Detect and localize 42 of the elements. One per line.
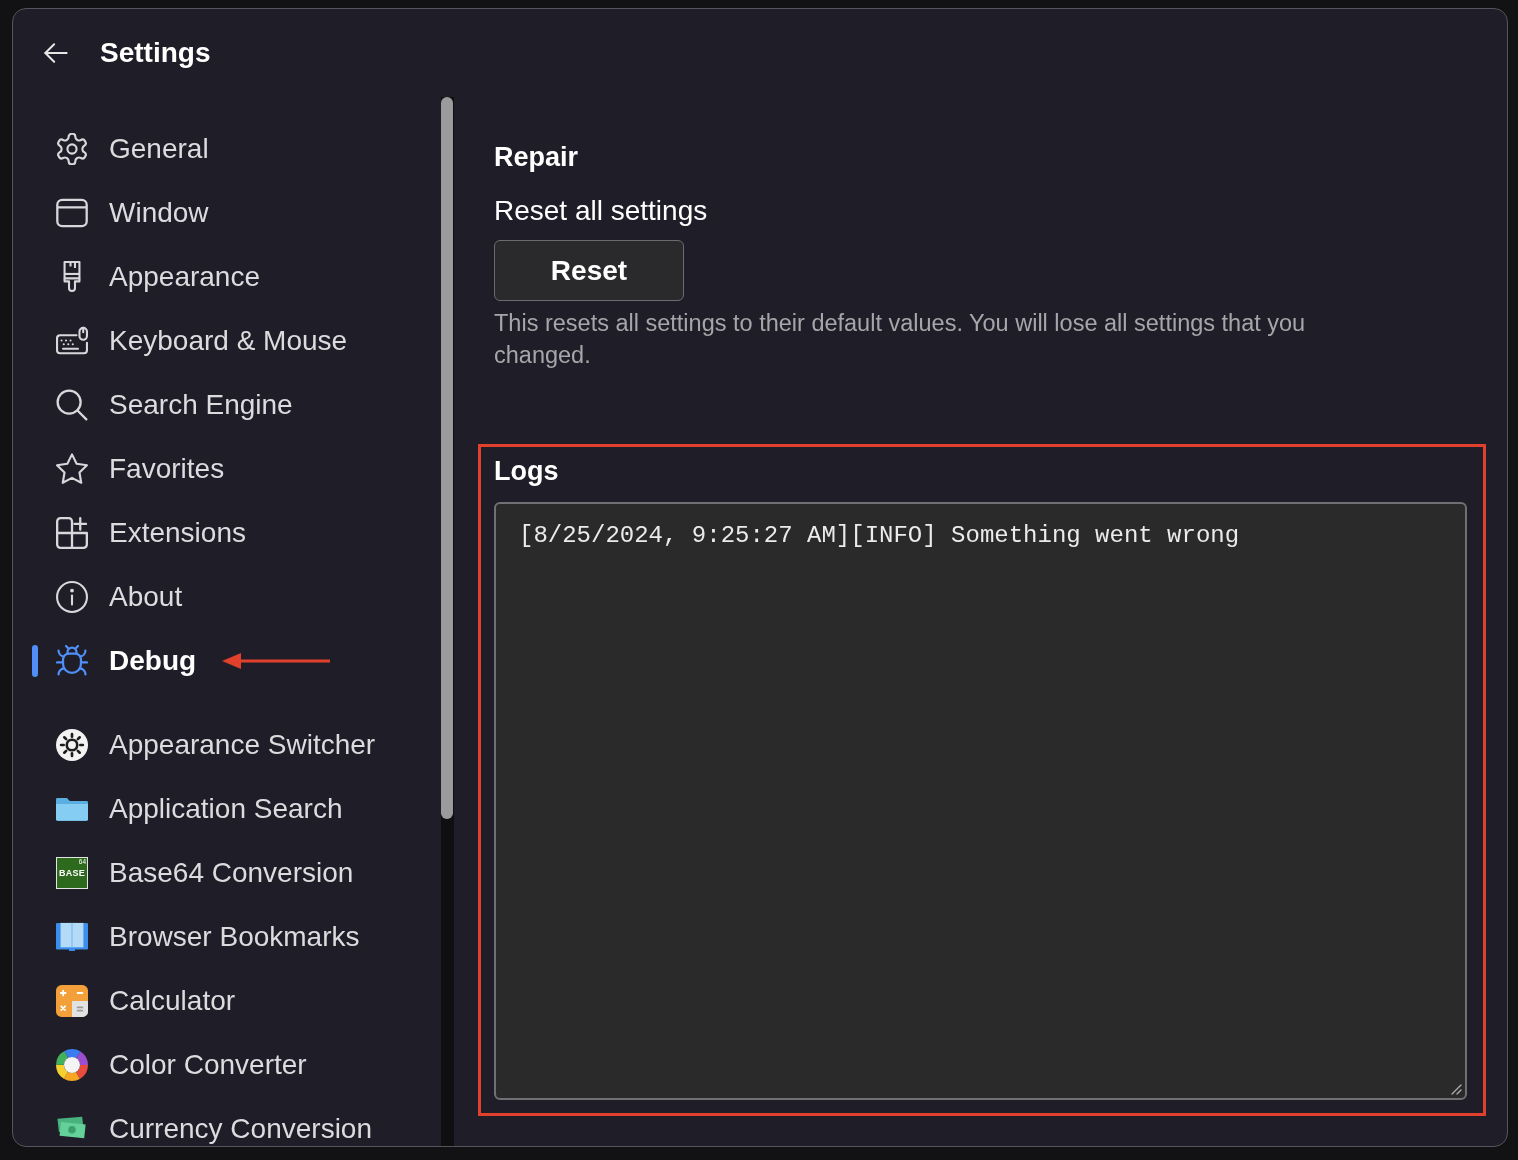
sidebar-item[interactable]: Favorites [56,451,225,487]
section-heading: Logs [494,455,560,487]
color-wheel-icon [56,1049,88,1081]
sidebar-item[interactable]: Extensions [56,515,246,551]
back-arrow-icon [44,43,68,63]
calculator-icon [56,985,88,1017]
sidebar-item[interactable]: Keyboard & Mouse [56,323,348,359]
sidebar-item[interactable]: General [56,131,209,167]
sun-icon [56,729,88,761]
selection-bar-icon [32,645,38,677]
sidebar-item[interactable]: Currency Conversion [56,1111,372,1146]
sidebar-item[interactable]: Debug [56,643,197,679]
logo-text: BASE [59,868,85,878]
info-icon [56,581,88,613]
log-field[interactable]: [8/25/2024, 9:25:27 AM][INFO] Something went wrong [494,502,1467,1100]
sidebar-item[interactable]: Browser Bookmarks [56,919,360,955]
setting-description: This resets all settings to their default values. You will lose all settings that you changed. [494,309,1307,370]
gear-icon [56,133,88,165]
reset-button[interactable]: Reset [494,240,684,301]
search-icon [56,389,88,421]
sidebar-item[interactable]: Appearance Switcher [56,727,376,763]
log-entry: [8/25/2024, 9:25:27 AM][INFO] Something went wrong [519,522,1241,550]
back-button[interactable] [44,41,68,65]
scrollbar-thumb[interactable] [441,97,453,819]
sidebar-item[interactable]: Search Engine [56,387,293,423]
resize-grip-icon[interactable] [1450,1083,1462,1095]
grid-plus-icon [56,517,88,549]
book-icon [56,921,88,953]
setting-label: Reset all settings [494,195,708,227]
sidebar-item[interactable]: Application Search [56,791,343,827]
scrollbar[interactable] [441,97,454,1146]
sidebar-item[interactable]: Calculator [56,983,236,1019]
sidebar-item[interactable]: Window [56,195,209,231]
sidebar-item[interactable]: Color Converter [56,1047,307,1083]
keyboard-icon [56,325,88,357]
section-heading: Repair [494,141,579,173]
star-icon [56,453,88,485]
sidebar-item[interactable]: Appearance [56,259,260,295]
window-icon [56,197,88,229]
page-title: Settings [100,37,211,69]
bug-icon [56,645,88,677]
sidebar-item[interactable]: About [56,579,183,615]
